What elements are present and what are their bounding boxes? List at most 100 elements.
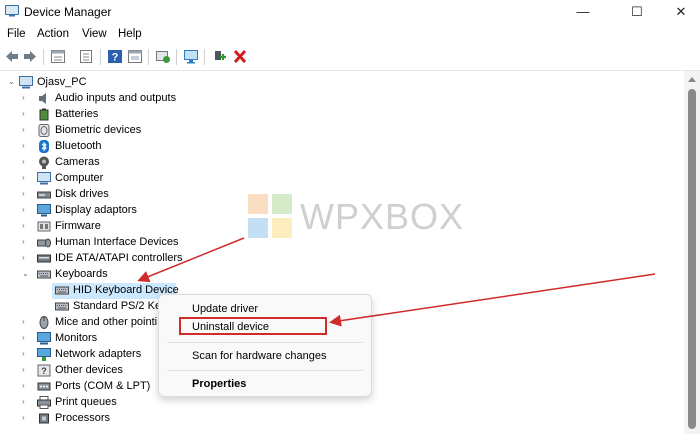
toolbar: ? (0, 44, 700, 71)
tree-item-label: Standard PS/2 Key (73, 300, 167, 312)
forward-icon[interactable] (22, 49, 38, 64)
tree-root[interactable]: ⌄ Ojasv_PC (0, 75, 300, 91)
expand-chevron-icon[interactable]: › (22, 126, 30, 134)
tree-item-label: Disk drives (55, 188, 109, 200)
tree-item[interactable]: › Bluetooth (0, 139, 300, 155)
tree-item-label: Cameras (55, 156, 100, 168)
expand-chevron-icon[interactable]: › (22, 174, 30, 182)
device-manager-app-icon (5, 5, 19, 17)
vertical-scrollbar[interactable] (684, 71, 700, 434)
device-list-icon[interactable] (127, 49, 143, 64)
expand-chevron-icon[interactable]: › (22, 142, 30, 150)
expand-chevron-icon[interactable]: › (22, 414, 30, 422)
expand-chevron-icon[interactable]: › (22, 190, 30, 198)
maximize-button[interactable]: ☐ (614, 0, 660, 24)
tree-item[interactable]: › Print queues (0, 395, 160, 411)
mouse-icon (39, 316, 49, 329)
tree-item[interactable]: › Mice and other pointi (0, 315, 160, 331)
expand-chevron-icon[interactable]: › (22, 318, 30, 326)
tree-item[interactable]: › Biometric devices (0, 123, 300, 139)
tree-item-label: Firmware (55, 220, 101, 232)
speaker-icon (39, 93, 46, 104)
expand-chevron-icon[interactable]: › (22, 254, 30, 262)
printer-icon (37, 396, 51, 409)
collapse-chevron-icon[interactable]: ⌄ (8, 78, 16, 86)
network-icon (37, 348, 51, 361)
uninstall-icon[interactable] (232, 49, 248, 64)
tree-item-label: IDE ATA/ATAPI controllers (55, 252, 183, 264)
tree-item[interactable]: › Processors (0, 411, 160, 427)
tree-item[interactable]: › Batteries (0, 107, 300, 123)
tree-item[interactable]: › Cameras (0, 155, 300, 171)
ide-icon (37, 254, 51, 263)
menu-item-update-driver[interactable]: Update driver (192, 303, 258, 315)
tree-child-selected[interactable]: HID Keyboard Device (52, 283, 179, 299)
monitor-icon (37, 332, 51, 345)
menu-item-uninstall-device[interactable]: Uninstall device (192, 321, 269, 333)
tree-item[interactable]: › IDE ATA/ATAPI controllers (0, 251, 300, 267)
help-icon[interactable]: ? (107, 49, 123, 64)
update-driver-icon[interactable] (183, 49, 199, 64)
expand-chevron-icon[interactable]: › (22, 398, 30, 406)
scroll-thumb[interactable] (688, 89, 696, 429)
expand-chevron-icon[interactable]: › (22, 94, 30, 102)
scan-hardware-icon[interactable] (155, 49, 171, 64)
menu-view[interactable]: View (82, 28, 107, 40)
tree-item[interactable]: › Ports (COM & LPT) (0, 379, 160, 395)
menu-action[interactable]: Action (37, 28, 69, 40)
watermark-logo-icon (248, 194, 292, 238)
collapse-chevron-icon[interactable]: ⌄ (22, 270, 30, 278)
expand-chevron-icon[interactable]: › (22, 366, 30, 374)
tree-item[interactable]: › ? Other devices (0, 363, 160, 379)
tree-item-label: Bluetooth (55, 140, 102, 152)
keyboard-icon (37, 270, 51, 279)
expand-chevron-icon[interactable]: › (22, 110, 30, 118)
watermark: WPXBOX (246, 190, 465, 244)
title-bar: Device Manager — ☐ ✕ (0, 0, 700, 24)
tree-item-label: Network adapters (55, 348, 142, 360)
expand-chevron-icon[interactable]: › (22, 334, 30, 342)
expand-chevron-icon[interactable]: › (22, 206, 30, 214)
tree-item[interactable]: › Computer (0, 171, 300, 187)
expand-chevron-icon[interactable]: › (22, 350, 30, 358)
expand-chevron-icon[interactable]: › (22, 222, 30, 230)
tree-item-label: Audio inputs and outputs (55, 92, 177, 104)
tree-item[interactable]: › Network adapters (0, 347, 160, 363)
expand-chevron-icon[interactable]: › (22, 238, 30, 246)
bluetooth-icon (39, 140, 49, 153)
tree-item-label: Batteries (55, 108, 99, 120)
expand-chevron-icon[interactable]: › (22, 382, 30, 390)
tree-item[interactable]: › Monitors (0, 331, 160, 347)
menu-item-scan-hardware[interactable]: Scan for hardware changes (192, 350, 327, 362)
hid-icon (37, 238, 51, 248)
monitor-icon (37, 172, 51, 185)
expand-chevron-icon[interactable]: › (22, 158, 30, 166)
tree-item[interactable]: ⌄ Keyboards (0, 267, 300, 283)
menu-item-properties[interactable]: Properties (192, 378, 246, 390)
fingerprint-icon (38, 124, 50, 137)
menu-help[interactable]: Help (118, 28, 142, 40)
camera-icon (39, 156, 49, 169)
other-device-icon: ? (37, 364, 51, 377)
show-hide-icon[interactable] (78, 49, 94, 64)
battery-icon (39, 108, 49, 121)
tree-item-label: Keyboards (55, 268, 108, 280)
minimize-button[interactable]: — (560, 0, 606, 24)
tree-item-label: Computer (55, 172, 104, 184)
tree-item-label: Other devices (55, 364, 123, 376)
add-legacy-icon[interactable] (211, 49, 227, 64)
properties-sheet-icon[interactable] (50, 49, 66, 64)
menu-file[interactable]: File (7, 28, 26, 40)
back-icon[interactable] (4, 49, 20, 64)
tree-item-label: Biometric devices (55, 124, 142, 136)
scroll-up-arrow-icon[interactable] (688, 77, 696, 82)
window-title: Device Manager (24, 5, 112, 19)
tree-item[interactable]: › Audio inputs and outputs (0, 91, 300, 107)
close-button[interactable]: ✕ (658, 0, 700, 24)
svg-text:?: ? (112, 52, 119, 64)
computer-icon (19, 76, 33, 89)
tree-item-label: Monitors (55, 332, 98, 344)
watermark-text: WPXBOX (300, 196, 465, 237)
disk-icon (37, 191, 51, 199)
menu-bar: File Action View Help (0, 26, 700, 44)
